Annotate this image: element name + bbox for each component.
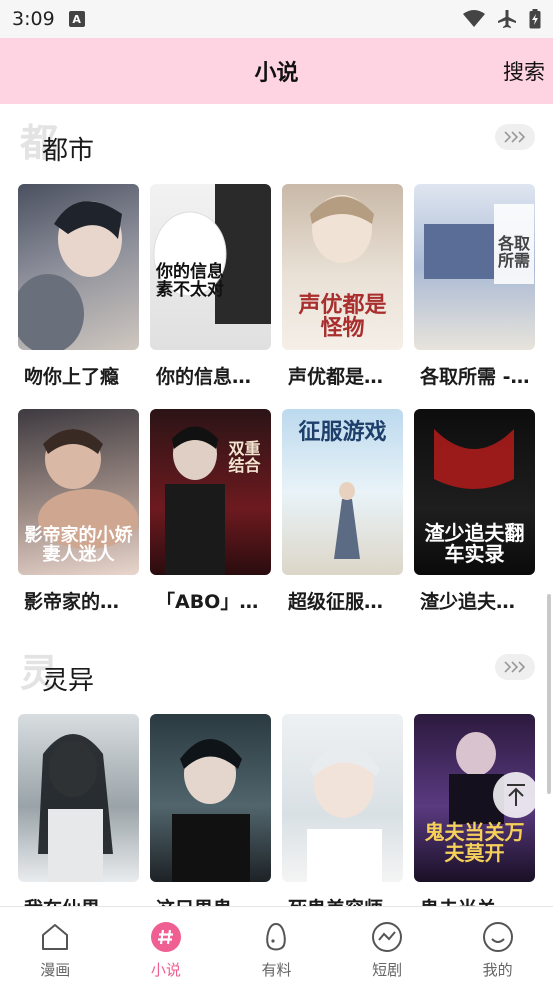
wifi-icon bbox=[463, 10, 485, 27]
book-title: 你的信息… bbox=[156, 366, 252, 388]
arrow-up-icon bbox=[507, 784, 525, 806]
cover-text: 鬼夫当关万夫莫开 bbox=[424, 820, 525, 865]
section-supernatural: 灵 灵异 我在仙界… 这只男鬼… bbox=[0, 634, 553, 906]
section-urban: 都 都市 吻你上了瘾 你的信息素不太对 你的信息… 声优都是怪物 声优都是… 各… bbox=[0, 104, 553, 613]
back-to-top-button[interactable] bbox=[493, 772, 539, 818]
content-scroll[interactable]: 都 都市 吻你上了瘾 你的信息素不太对 你的信息… 声优都是怪物 声优都是… 各… bbox=[0, 104, 553, 906]
section-header: 灵 灵异 bbox=[0, 634, 553, 696]
book-card[interactable]: 影帝家的小娇妻人迷人 影帝家的… bbox=[18, 409, 139, 614]
book-card[interactable]: 这只男鬼… bbox=[150, 714, 271, 906]
book-title: 我在仙界… bbox=[18, 894, 139, 906]
book-title: 吻你上了瘾 bbox=[24, 366, 120, 388]
book-title: 超级征服… bbox=[288, 591, 384, 613]
tab-label: 漫画 bbox=[40, 961, 71, 979]
tab-short-drama[interactable]: 短剧 bbox=[332, 907, 443, 983]
status-icons bbox=[463, 9, 541, 29]
book-card[interactable]: 渣少追夫翻车实录 渣少追夫… bbox=[414, 409, 535, 614]
tab-label: 短剧 bbox=[372, 961, 403, 979]
cover-text: 各取所需 bbox=[498, 234, 531, 271]
book-title: 渣少追夫… bbox=[420, 591, 516, 613]
book-card[interactable]: 我在仙界… bbox=[18, 714, 139, 906]
cover-text: 渣少追夫翻车实录 bbox=[424, 521, 525, 566]
tab-label: 小说 bbox=[150, 961, 181, 979]
airplane-icon bbox=[498, 10, 516, 28]
book-cover bbox=[18, 714, 139, 882]
section-title: 灵异 bbox=[42, 666, 95, 696]
book-title: 这只男鬼… bbox=[150, 894, 271, 906]
book-cover: 各取所需 bbox=[414, 184, 535, 350]
section-more-button[interactable] bbox=[495, 654, 535, 680]
smile-icon bbox=[482, 922, 513, 952]
book-cover: 征服游戏 bbox=[282, 409, 403, 575]
book-title: 声优都是… bbox=[288, 366, 384, 388]
home-icon bbox=[42, 924, 69, 950]
book-cover: 双重结合 bbox=[150, 409, 271, 575]
egg-icon bbox=[266, 922, 287, 951]
cover-text: 征服游戏 bbox=[298, 419, 387, 445]
book-card[interactable]: 各取所需 各取所需 -… bbox=[414, 184, 535, 389]
section-header: 都 都市 bbox=[0, 104, 553, 166]
page-title: 小说 bbox=[254, 61, 299, 86]
tab-label: 有料 bbox=[261, 961, 292, 979]
section-more-button[interactable] bbox=[495, 124, 535, 150]
battery-icon bbox=[529, 9, 541, 29]
trend-icon bbox=[372, 922, 403, 952]
book-cover bbox=[282, 714, 403, 882]
search-button[interactable]: 搜索 bbox=[503, 56, 545, 86]
book-cover: 影帝家的小娇妻人迷人 bbox=[18, 409, 139, 575]
book-cover: 你的信息素不太对 bbox=[150, 184, 271, 350]
tab-content[interactable]: 有料 bbox=[221, 907, 332, 983]
cover-text: 你的信息素不太对 bbox=[156, 262, 224, 301]
bottom-tab-bar: 漫画 小说 有料 短剧 我的 bbox=[0, 906, 553, 983]
section-title: 都市 bbox=[42, 136, 95, 166]
chevron-triple-icon bbox=[504, 131, 526, 143]
book-cover bbox=[150, 714, 271, 882]
chevron-triple-icon bbox=[504, 661, 526, 673]
tab-mine[interactable]: 我的 bbox=[442, 907, 553, 983]
book-cover: 声优都是怪物 bbox=[282, 184, 403, 350]
book-card[interactable]: 声优都是怪物 声优都是… bbox=[282, 184, 403, 389]
status-time: 3:09 bbox=[12, 8, 55, 30]
tab-comics[interactable]: 漫画 bbox=[0, 907, 111, 983]
book-title: 影帝家的… bbox=[24, 591, 120, 613]
book-card[interactable]: 死鬼美容师 bbox=[282, 714, 403, 906]
book-cover bbox=[18, 184, 139, 350]
hash-icon bbox=[150, 922, 181, 952]
book-title: 鬼夫当关… bbox=[414, 894, 535, 906]
book-card[interactable]: 双重结合 「ABO」… bbox=[150, 409, 271, 614]
cover-text: 影帝家的小娇妻人迷人 bbox=[24, 525, 133, 566]
tab-novels[interactable]: 小说 bbox=[111, 907, 222, 983]
status-bar: 3:09 A bbox=[0, 0, 553, 38]
tab-label: 我的 bbox=[482, 961, 513, 979]
book-card[interactable]: 征服游戏 超级征服… bbox=[282, 409, 403, 614]
cover-text: 声优都是怪物 bbox=[298, 291, 387, 341]
book-cover: 渣少追夫翻车实录 bbox=[414, 409, 535, 575]
book-card[interactable]: 吻你上了瘾 bbox=[18, 184, 139, 389]
top-header: 小说 搜索 bbox=[0, 38, 553, 104]
cover-text: 双重结合 bbox=[228, 439, 261, 476]
scrollbar[interactable] bbox=[547, 594, 551, 794]
book-grid: 吻你上了瘾 你的信息素不太对 你的信息… 声优都是怪物 声优都是… 各取所需 各… bbox=[18, 184, 535, 614]
book-title: 各取所需 -… bbox=[420, 366, 530, 388]
a-notification-icon: A bbox=[68, 11, 85, 27]
book-title: 死鬼美容师 bbox=[282, 894, 403, 906]
book-grid: 我在仙界… 这只男鬼… 死鬼美容师 鬼夫当关万夫莫开 鬼夫当关… bbox=[18, 714, 535, 906]
book-card[interactable]: 你的信息素不太对 你的信息… bbox=[150, 184, 271, 389]
book-title: 「ABO」… bbox=[156, 591, 259, 613]
